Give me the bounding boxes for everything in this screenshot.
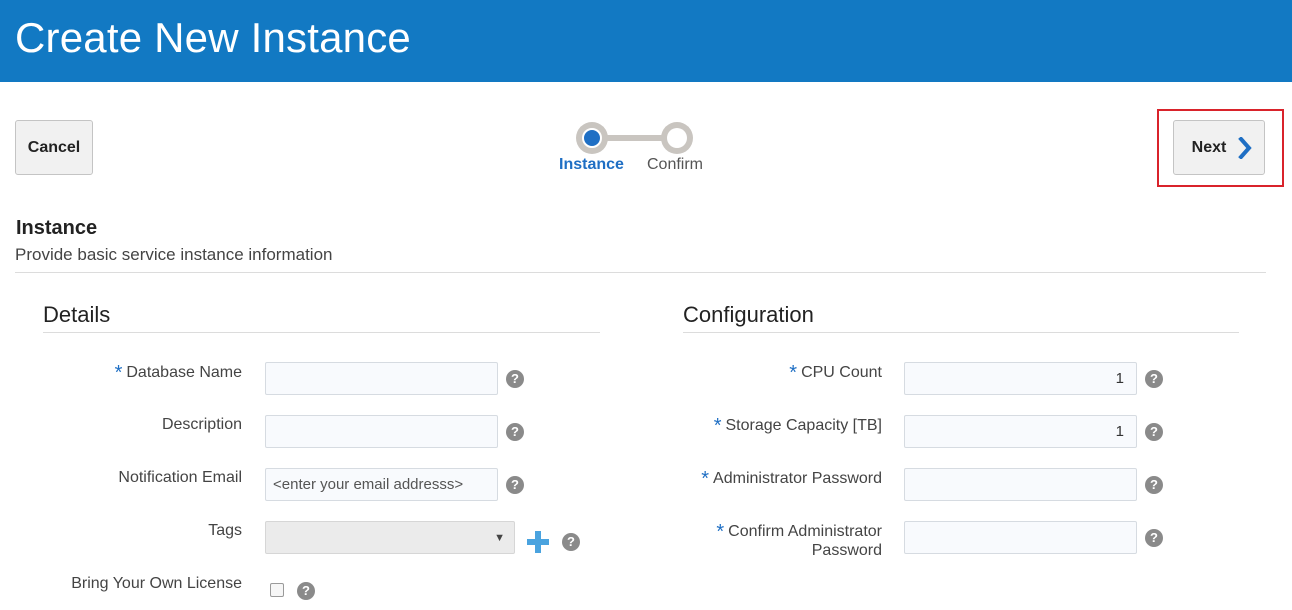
- train-step-confirm-label[interactable]: Confirm: [647, 156, 703, 174]
- tags-label: Tags: [208, 522, 242, 539]
- page-title: Create New Instance: [15, 14, 411, 61]
- help-icon[interactable]: ?: [506, 476, 524, 494]
- help-icon[interactable]: ?: [562, 533, 580, 551]
- section-divider: [15, 272, 1266, 273]
- page-header: Create New Instance: [0, 0, 1292, 82]
- section-title: Instance: [16, 217, 98, 239]
- description-input[interactable]: [265, 415, 498, 448]
- required-indicator: *: [701, 468, 710, 490]
- next-button[interactable]: Next: [1173, 120, 1265, 175]
- next-button-label: Next: [1191, 138, 1227, 156]
- required-indicator: *: [716, 521, 725, 543]
- storage-capacity-label: * Storage Capacity [TB]: [713, 415, 882, 437]
- help-icon[interactable]: ?: [506, 423, 524, 441]
- confirm-password-input[interactable]: [904, 521, 1137, 554]
- train-step-instance-label[interactable]: Instance: [559, 156, 624, 174]
- admin-password-label: * Administrator Password: [701, 468, 882, 490]
- notification-email-label: Notification Email: [118, 469, 242, 486]
- configuration-divider: [683, 332, 1239, 333]
- chevron-down-icon: ▼: [494, 532, 505, 544]
- byol-label: Bring Your Own License: [71, 575, 242, 592]
- help-icon[interactable]: ?: [1145, 423, 1163, 441]
- configuration-panel-title: Configuration: [683, 302, 814, 327]
- help-icon[interactable]: ?: [1145, 529, 1163, 547]
- help-icon[interactable]: ?: [506, 370, 524, 388]
- details-panel-title: Details: [43, 302, 111, 327]
- cpu-count-label: * CPU Count: [789, 362, 882, 384]
- byol-checkbox[interactable]: [270, 583, 284, 597]
- description-label: Description: [161, 416, 242, 433]
- admin-password-input[interactable]: [904, 468, 1137, 501]
- cancel-button[interactable]: Cancel: [15, 120, 93, 175]
- database-name-input[interactable]: [265, 362, 498, 395]
- required-indicator: *: [713, 415, 722, 437]
- help-icon[interactable]: ?: [297, 582, 315, 600]
- required-indicator: *: [789, 362, 798, 384]
- notification-email-input[interactable]: <enter your email addresss>: [265, 468, 498, 501]
- tags-select[interactable]: ▼: [265, 521, 515, 554]
- chevron-right-icon: [1238, 136, 1253, 159]
- database-name-label: * Database Name: [114, 362, 242, 384]
- progress-train: Instance Confirm: [540, 118, 730, 178]
- train-step-instance[interactable]: [576, 122, 608, 154]
- required-indicator: *: [114, 362, 123, 384]
- upcoming-step-dot-icon: [667, 128, 687, 148]
- cpu-count-input[interactable]: 1: [904, 362, 1137, 395]
- train-step-confirm[interactable]: [661, 122, 693, 154]
- storage-capacity-input[interactable]: 1: [904, 415, 1137, 448]
- details-divider: [43, 332, 600, 333]
- section-subtitle: Provide basic service instance informati…: [15, 245, 333, 264]
- confirm-password-label: * Confirm Administrator Password: [716, 521, 882, 559]
- help-icon[interactable]: ?: [1145, 370, 1163, 388]
- help-icon[interactable]: ?: [1145, 476, 1163, 494]
- add-tag-icon[interactable]: [527, 531, 549, 553]
- current-step-dot-icon: [582, 128, 602, 148]
